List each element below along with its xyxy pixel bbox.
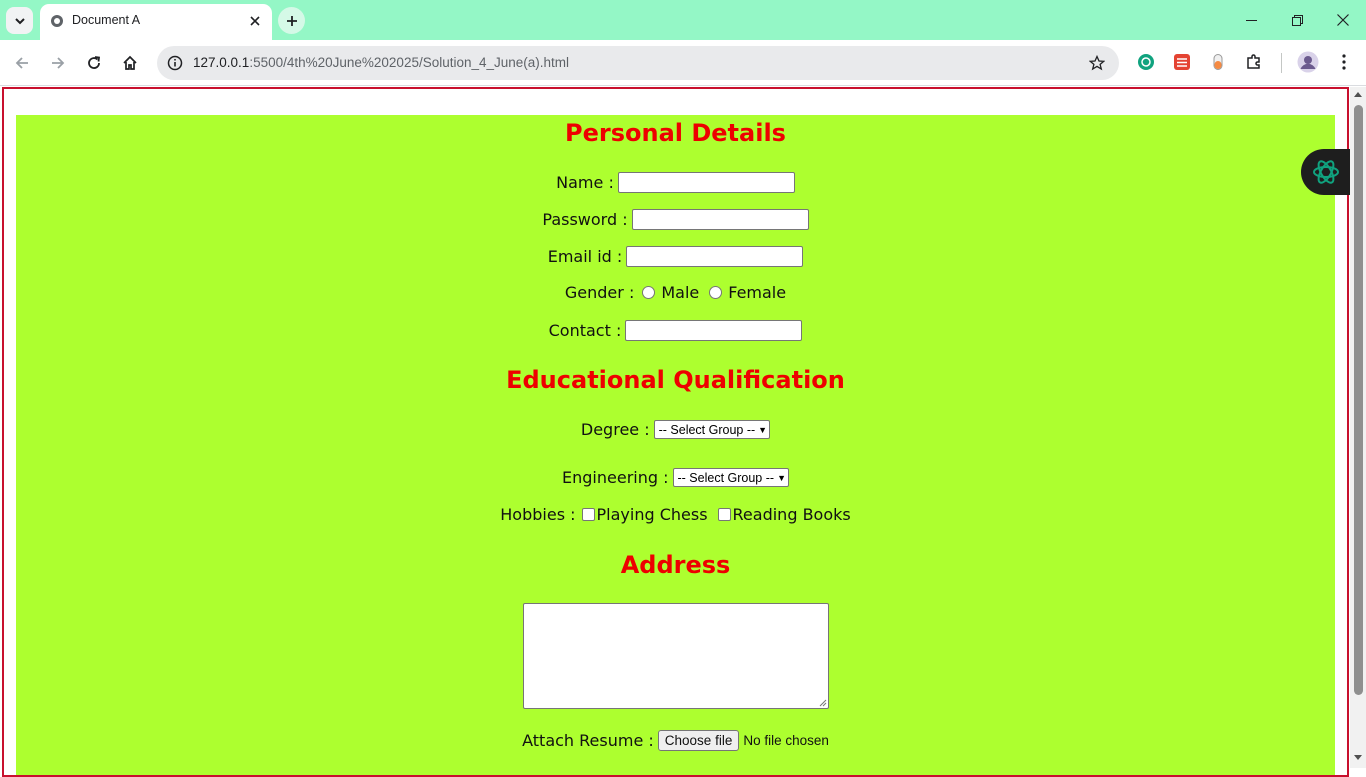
globe-icon	[51, 15, 63, 27]
info-icon	[167, 55, 183, 71]
forward-button[interactable]	[44, 49, 72, 77]
restore-button[interactable]	[1274, 0, 1320, 40]
close-icon	[250, 16, 260, 26]
hobby-reading-label: Reading Books	[732, 505, 851, 524]
chatgpt-extension-button[interactable]	[1136, 52, 1156, 72]
page-scrollbar[interactable]	[1350, 87, 1366, 768]
extension-button[interactable]	[1208, 52, 1228, 72]
hobby-chess-checkbox[interactable]	[581, 508, 595, 521]
scrollbar-thumb[interactable]	[1354, 105, 1363, 695]
contact-row: Contact :	[16, 320, 1335, 341]
browser-toolbar: 127.0.0.1:5500/4th%20June%202025/Solutio…	[0, 40, 1366, 86]
page-viewport: Personal Details Name : Password : Email…	[0, 87, 1366, 777]
puzzle-icon	[1247, 54, 1260, 69]
hobby-reading-checkbox[interactable]	[717, 508, 731, 521]
contact-label: Contact :	[548, 321, 622, 340]
tab-title: Document A	[72, 13, 141, 27]
extensions-menu-button[interactable]	[1244, 52, 1264, 72]
site-info-button[interactable]	[165, 53, 185, 73]
gender-male-label: Male	[661, 283, 700, 302]
name-label: Name :	[556, 173, 614, 192]
name-row: Name :	[16, 172, 1335, 193]
chevron-down-icon	[14, 17, 25, 24]
plus-icon	[286, 15, 297, 26]
degree-select-value: -- Select Group --	[658, 422, 756, 437]
tab-strip: Document A	[0, 0, 1366, 40]
degree-label: Degree :	[580, 420, 650, 439]
assistant-floating-button[interactable]	[1301, 149, 1353, 195]
engineering-row: Engineering : -- Select Group -- ▼	[16, 468, 1335, 487]
resume-label: Attach Resume :	[522, 731, 654, 750]
scroll-up-arrow-icon[interactable]	[1354, 92, 1362, 97]
address-textarea[interactable]	[523, 603, 829, 709]
arrow-right-icon	[52, 57, 65, 69]
openai-icon	[1313, 160, 1339, 184]
gender-female-radio[interactable]	[709, 286, 723, 299]
home-button[interactable]	[116, 49, 144, 77]
engineering-select[interactable]: -- Select Group -- ▼	[672, 468, 789, 487]
scroll-down-arrow-icon[interactable]	[1354, 755, 1362, 760]
password-row: Password :	[16, 209, 1335, 230]
todoist-icon	[1174, 54, 1190, 70]
close-window-button[interactable]	[1320, 0, 1366, 40]
section-heading-address: Address	[620, 551, 731, 579]
choose-file-button[interactable]: Choose file	[657, 730, 740, 751]
home-icon	[123, 55, 137, 70]
file-status-text: No file chosen	[743, 733, 829, 748]
resume-row: Attach Resume : Choose file No file chos…	[16, 730, 1335, 751]
toolbar-separator	[1281, 53, 1282, 73]
degree-select[interactable]: -- Select Group -- ▼	[653, 420, 771, 439]
hobbies-label: Hobbies :	[500, 505, 576, 524]
close-tab-button[interactable]	[246, 12, 264, 30]
form-container: Personal Details Name : Password : Email…	[16, 115, 1335, 775]
url-path: :5500/4th%20June%202025/Solution_4_June(…	[249, 55, 570, 70]
password-label: Password :	[542, 210, 628, 229]
section-heading-education: Educational Qualification	[506, 366, 845, 394]
browser-menu-button[interactable]	[1334, 52, 1354, 72]
password-input[interactable]	[631, 209, 809, 230]
email-label: Email id :	[547, 247, 623, 266]
avatar-icon	[1297, 51, 1319, 73]
reload-icon	[88, 56, 101, 69]
active-tab[interactable]: Document A	[40, 4, 272, 40]
reload-button[interactable]	[80, 49, 108, 77]
back-button[interactable]	[8, 49, 36, 77]
url-text: 127.0.0.1:5500/4th%20June%202025/Solutio…	[193, 55, 569, 70]
gender-row: Gender : Male Female	[16, 283, 1335, 302]
chevron-down-icon: ▼	[777, 472, 786, 483]
email-input[interactable]	[626, 246, 804, 267]
restore-icon	[1291, 14, 1303, 26]
address-bar[interactable]: 127.0.0.1:5500/4th%20June%202025/Solutio…	[157, 46, 1119, 80]
engineering-label: Engineering :	[562, 468, 669, 487]
new-tab-button[interactable]	[278, 7, 305, 34]
kebab-menu-icon	[1342, 54, 1346, 70]
arrow-left-icon	[15, 57, 28, 69]
gender-label: Gender :	[564, 283, 635, 302]
minimize-button[interactable]	[1228, 0, 1274, 40]
contact-input[interactable]	[625, 320, 803, 341]
hobbies-row: Hobbies : Playing Chess Reading Books	[16, 505, 1335, 524]
gender-female-label: Female	[728, 283, 787, 302]
bookmark-button[interactable]	[1087, 53, 1107, 73]
chevron-down-icon: ▼	[758, 424, 768, 435]
email-row: Email id :	[16, 246, 1335, 267]
capsule-icon	[1213, 54, 1223, 70]
openai-icon	[1138, 54, 1154, 70]
resize-grip-icon[interactable]	[819, 699, 827, 707]
url-host: 127.0.0.1	[193, 55, 250, 70]
degree-row: Degree : -- Select Group -- ▼	[16, 420, 1335, 439]
close-icon	[1337, 14, 1349, 26]
minimize-icon	[1245, 19, 1257, 21]
gender-male-radio[interactable]	[642, 286, 656, 299]
profile-avatar[interactable]	[1297, 51, 1319, 73]
engineering-select-value: -- Select Group --	[677, 470, 775, 485]
star-icon	[1089, 55, 1105, 71]
tab-search-button[interactable]	[6, 7, 33, 34]
todoist-extension-button[interactable]	[1172, 52, 1192, 72]
name-input[interactable]	[617, 172, 795, 193]
hobby-chess-label: Playing Chess	[596, 505, 708, 524]
section-heading-personal: Personal Details	[565, 119, 786, 147]
